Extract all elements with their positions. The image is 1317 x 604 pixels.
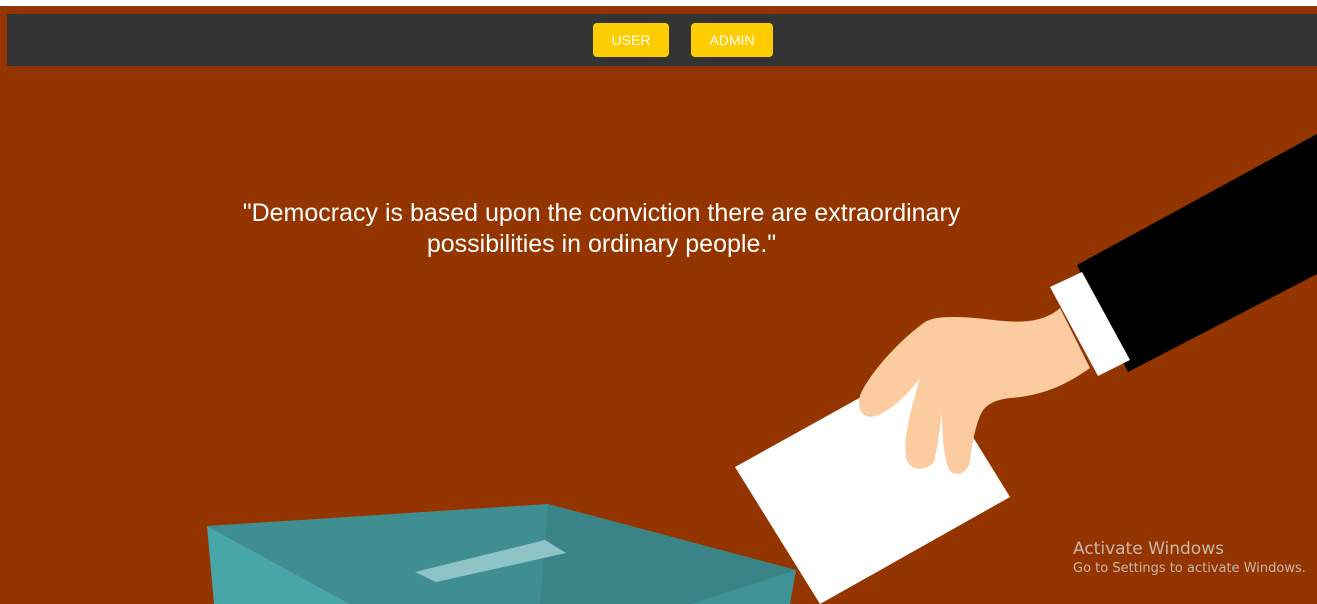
ballot-voting-illustration: [207, 134, 1317, 604]
sleeve-icon: [1050, 134, 1317, 376]
hero-quote: "Democracy is based upon the conviction …: [242, 199, 961, 258]
watermark-title: Activate Windows: [1073, 539, 1224, 559]
page: USER ADMIN "Democracy is based upon the …: [0, 0, 1317, 604]
ballot-box-icon: [207, 504, 796, 604]
windows-activation-watermark: Activate Windows Go to Settings to activ…: [1073, 538, 1306, 578]
top-navbar: USER ADMIN: [7, 14, 1317, 66]
admin-button[interactable]: ADMIN: [691, 23, 773, 57]
hero-section: USER ADMIN "Democracy is based upon the …: [0, 6, 1317, 604]
watermark-subtitle: Go to Settings to activate Windows.: [1073, 561, 1306, 576]
user-button[interactable]: USER: [593, 23, 669, 57]
